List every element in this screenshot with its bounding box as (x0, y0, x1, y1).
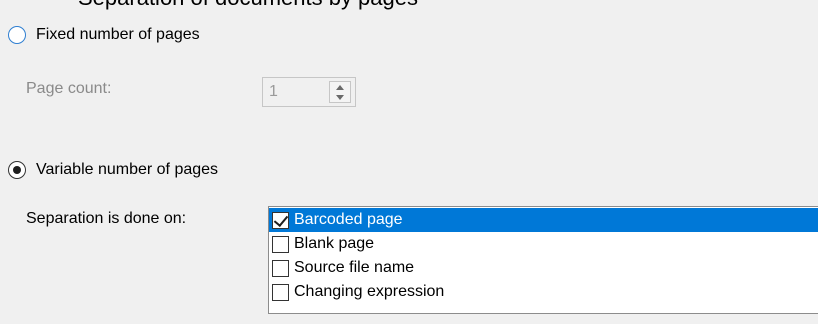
barcoded-page-checkbox[interactable] (272, 211, 289, 229)
blank-page-checkbox[interactable] (272, 235, 289, 253)
separation-label: Separation is done on: (26, 210, 187, 227)
page-count-value[interactable]: 1 (263, 83, 329, 101)
check-mark-icon (273, 211, 289, 227)
page-count-stepper[interactable]: 1 (262, 77, 356, 107)
list-item-source-file-name[interactable]: Source file name (269, 256, 818, 280)
list-item-label: Source file name (294, 259, 415, 276)
fixed-pages-radio[interactable] (8, 26, 26, 44)
clipped-caption: Separation of documents by pages (78, 0, 418, 11)
source-file-name-checkbox[interactable] (272, 259, 289, 277)
variable-pages-radio-option[interactable]: Variable number of pages (8, 157, 218, 183)
list-item-changing-expression[interactable]: Changing expression (269, 280, 818, 304)
stepper-up-icon[interactable] (336, 84, 344, 90)
changing-expression-checkbox[interactable] (272, 283, 289, 301)
page-count-label: Page count: (26, 80, 112, 97)
separation-checked-list[interactable]: Barcoded page Blank page Source file nam… (268, 206, 818, 314)
fixed-pages-label[interactable]: Fixed number of pages (36, 26, 200, 44)
list-item-barcoded-page[interactable]: Barcoded page (269, 208, 818, 232)
list-item-blank-page[interactable]: Blank page (269, 232, 818, 256)
list-item-label: Blank page (294, 235, 375, 252)
variable-pages-label[interactable]: Variable number of pages (36, 161, 218, 179)
list-item-label: Barcoded page (294, 211, 403, 228)
stepper-buttons[interactable] (329, 81, 351, 103)
variable-pages-radio[interactable] (8, 161, 26, 179)
fixed-pages-radio-option[interactable]: Fixed number of pages (8, 22, 200, 48)
clipped-caption-area: Separation of documents by pages (0, 0, 818, 12)
stepper-down-icon[interactable] (336, 94, 344, 100)
list-item-label: Changing expression (294, 283, 445, 300)
